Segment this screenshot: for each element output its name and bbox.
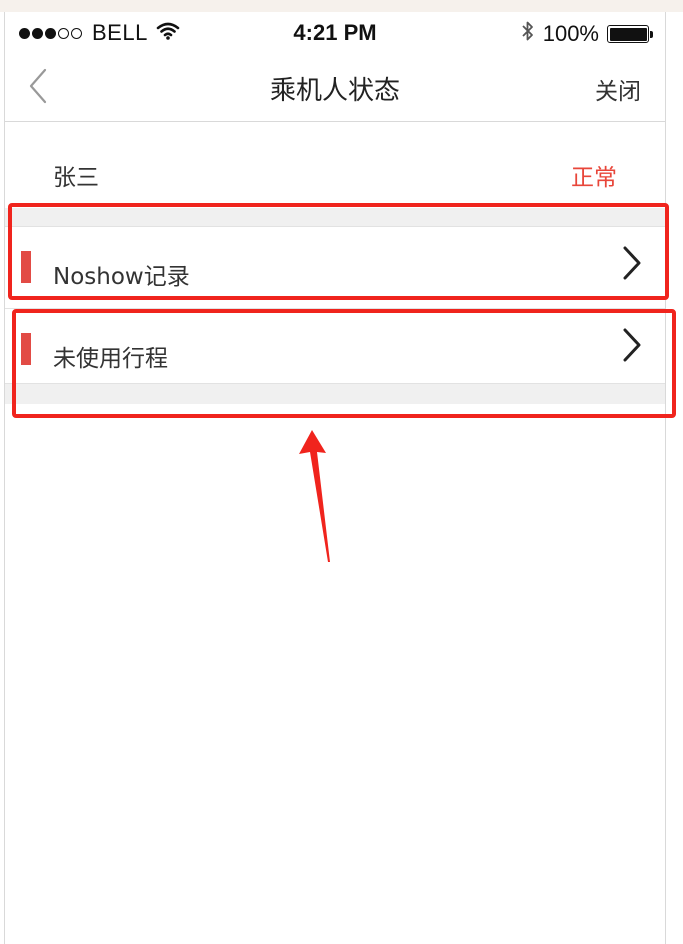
page: BELL 4:21 PM 100% 乘机人状态 关闭 张三 正常 Noshow记… — [0, 0, 683, 944]
up-arrow-icon — [290, 428, 340, 568]
battery-cap — [650, 30, 653, 38]
status-right: 100% — [521, 20, 653, 48]
bluetooth-icon — [521, 20, 535, 48]
status-bar: BELL 4:21 PM 100% — [5, 12, 665, 52]
battery-icon — [607, 25, 649, 43]
annotation-box-unused-trips — [12, 309, 676, 418]
battery-percent: 100% — [542, 21, 599, 46]
close-button[interactable]: 关闭 — [595, 72, 641, 106]
passenger-status: 正常 — [571, 165, 617, 191]
passenger-row: 张三 正常 — [5, 122, 665, 208]
passenger-name: 张三 — [53, 165, 99, 191]
battery-fill — [609, 27, 647, 41]
nav-bar: 乘机人状态 关闭 — [5, 52, 665, 122]
annotation-box-noshow — [8, 203, 669, 300]
background-strip — [0, 0, 683, 12]
page-title: 乘机人状态 — [269, 76, 400, 106]
